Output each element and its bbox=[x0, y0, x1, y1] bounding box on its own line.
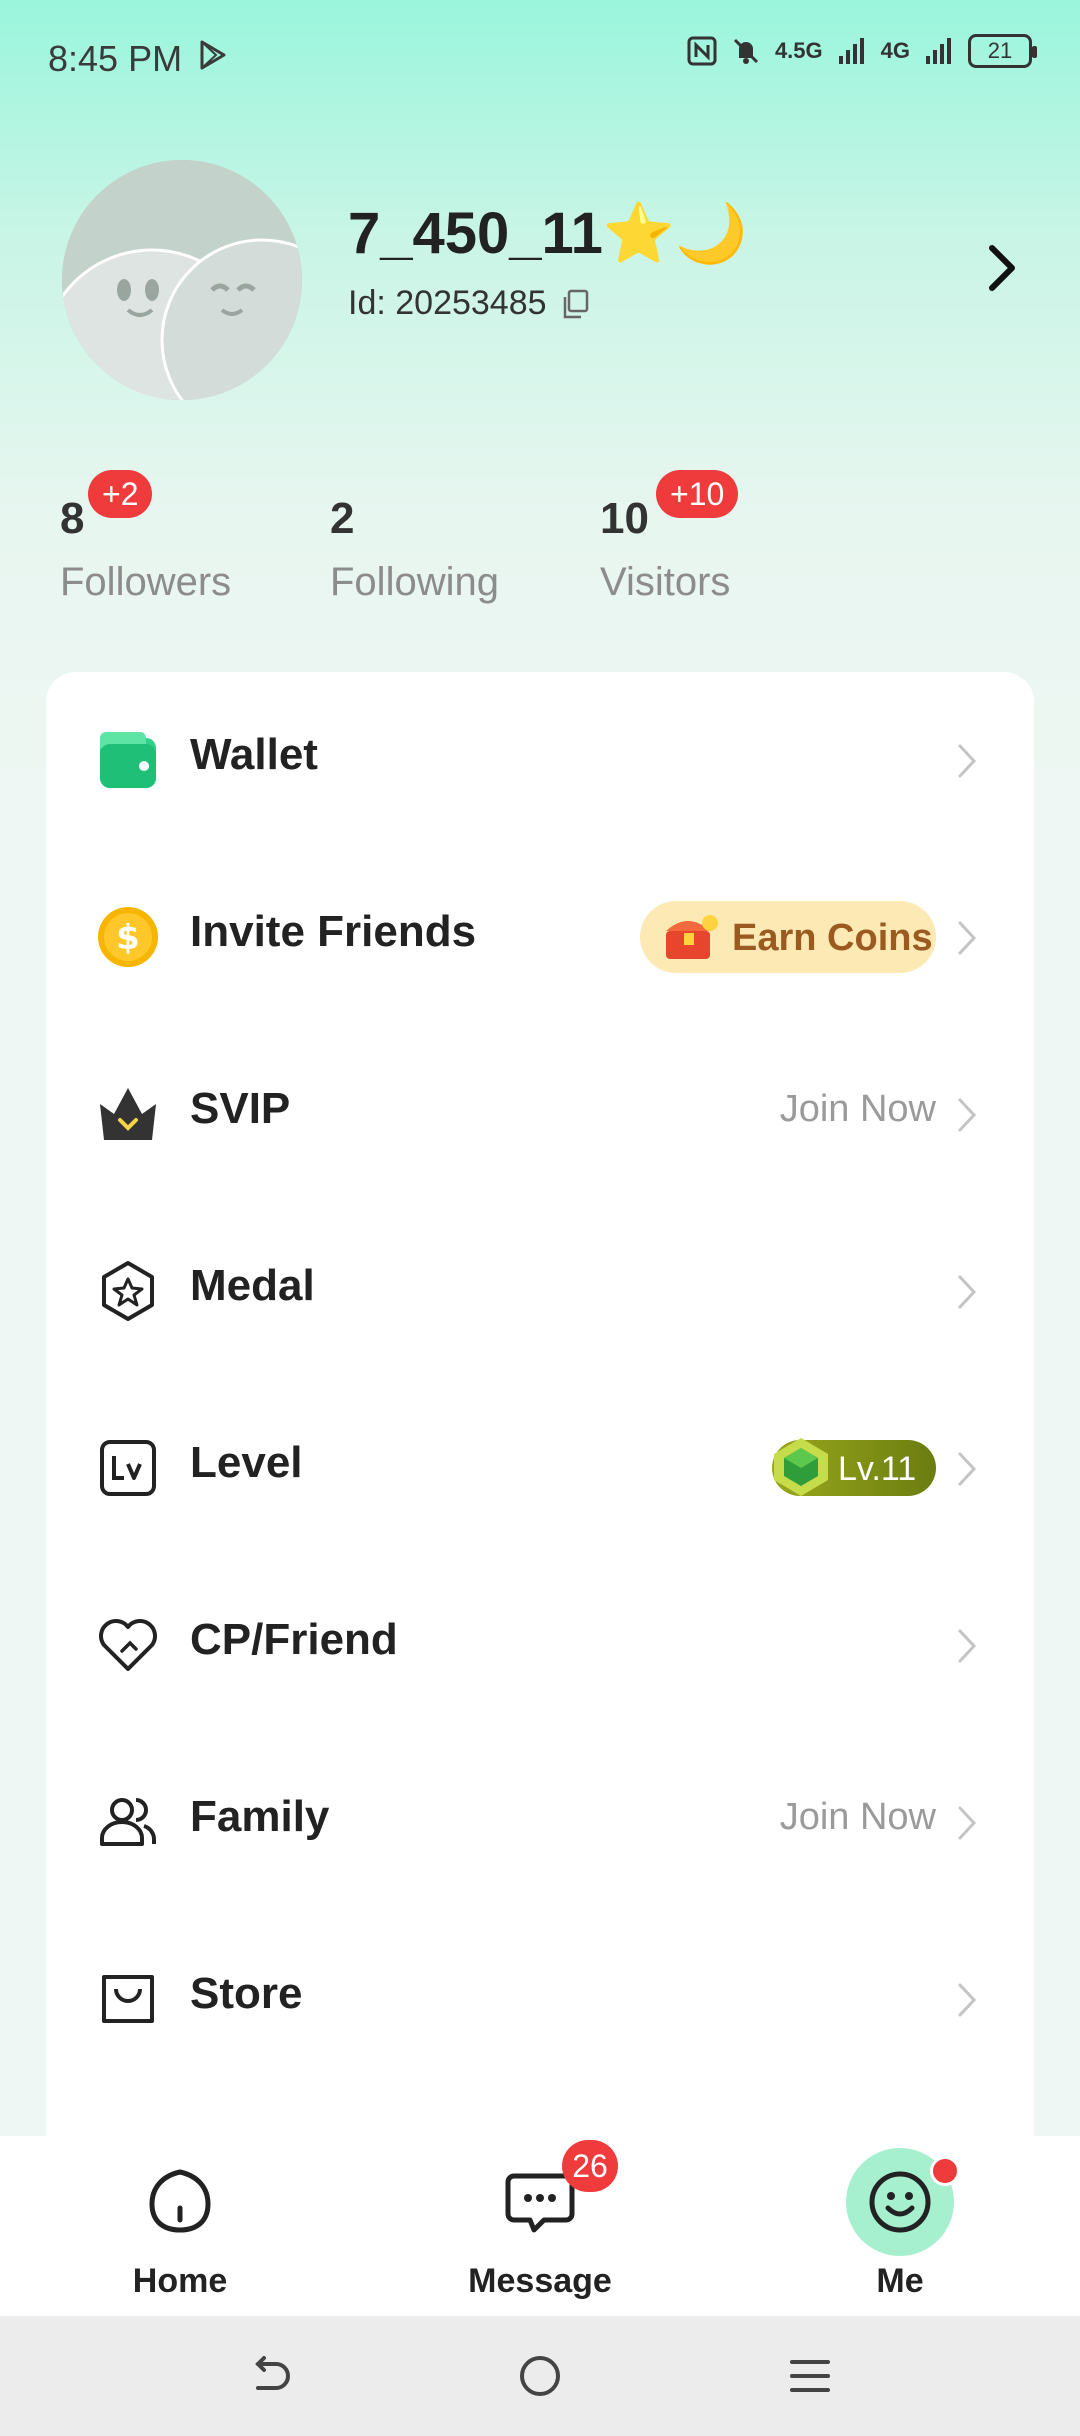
visitors-count: 10 bbox=[600, 494, 649, 543]
medal-label: Medal bbox=[190, 1261, 315, 1310]
me-notification-dot bbox=[930, 2156, 960, 2186]
username: 7_450_11⭐🌙 bbox=[348, 201, 748, 266]
family-icon bbox=[100, 1798, 156, 1846]
chevron-right-icon bbox=[958, 1098, 977, 1132]
bottom-nav: Home 26 Message Me bbox=[0, 2136, 1080, 2316]
chevron-right-icon bbox=[958, 1452, 977, 1486]
profile-stats: 8 +2 Followers 2 Following 10 +10 Visito… bbox=[60, 470, 960, 620]
level-icon bbox=[100, 1440, 156, 1496]
nav-home[interactable]: Home bbox=[60, 2136, 300, 2316]
menu-item-cp-friend[interactable]: CP/Friend bbox=[46, 1557, 1034, 1734]
nav-home-label: Home bbox=[132, 2262, 228, 2300]
chevron-right-icon bbox=[958, 1983, 977, 2017]
status-icons: 4.5G 4G 21 bbox=[687, 34, 1037, 68]
invite-friends-label: Invite Friends bbox=[190, 907, 477, 956]
mute-bell-icon bbox=[733, 38, 758, 64]
followers-count: 8 bbox=[60, 494, 85, 543]
battery-icon: 21 bbox=[968, 34, 1037, 68]
visitors-label: Visitors bbox=[600, 560, 731, 604]
user-id-row: Id: 20253485 bbox=[348, 284, 589, 323]
menu-item-store[interactable]: Store bbox=[46, 1911, 1034, 2088]
network-type-2: 4G bbox=[880, 38, 910, 63]
menu-icon[interactable] bbox=[784, 2350, 836, 2402]
menu-item-wallet[interactable]: Wallet bbox=[46, 672, 1034, 849]
profile-header[interactable]: 7_450_11⭐🌙 Id: 20253485 bbox=[62, 160, 1022, 410]
earn-coins-badge: Earn Coins bbox=[640, 901, 936, 973]
followers-badge: +2 bbox=[88, 470, 153, 518]
signal-icon bbox=[838, 38, 864, 64]
home-icon bbox=[149, 2169, 211, 2233]
status-bar: 8:45 PM 4.5G 4G 21 bbox=[0, 0, 1080, 116]
chevron-right-icon bbox=[958, 921, 977, 955]
level-label: Level bbox=[190, 1438, 303, 1487]
system-nav-bar bbox=[0, 2316, 1080, 2436]
nav-me[interactable]: Me bbox=[780, 2136, 1020, 2316]
avatar[interactable] bbox=[62, 160, 302, 400]
battery-level: 21 bbox=[987, 38, 1013, 63]
chevron-right-icon bbox=[958, 1275, 977, 1309]
chevron-right-icon bbox=[958, 1806, 977, 1840]
svip-join-now: Join Now bbox=[779, 1088, 936, 1130]
cp-friend-label: CP/Friend bbox=[190, 1615, 398, 1664]
nav-message-label: Message bbox=[468, 2262, 612, 2300]
menu-item-svip[interactable]: SVIP Join Now bbox=[46, 1026, 1034, 1203]
nav-me-label: Me bbox=[876, 2262, 924, 2300]
menu-item-invite-friends[interactable]: $ Invite Friends Earn Coins bbox=[46, 849, 1034, 1026]
store-label: Store bbox=[190, 1969, 303, 2018]
nav-message[interactable]: 26 Message bbox=[420, 2136, 660, 2316]
family-join-now: Join Now bbox=[779, 1796, 936, 1838]
stat-following[interactable]: 2 Following bbox=[330, 470, 530, 620]
user-id: Id: 20253485 bbox=[348, 284, 547, 322]
family-label: Family bbox=[190, 1792, 330, 1841]
level-badge: Lv.11 bbox=[772, 1438, 936, 1496]
treasure-chest-icon bbox=[666, 915, 718, 959]
followers-label: Followers bbox=[60, 560, 232, 604]
chevron-right-icon bbox=[958, 1629, 977, 1663]
menu-card: Wallet $ Invite Friends Earn Coins SVIP … bbox=[46, 672, 1034, 2152]
svip-label: SVIP bbox=[190, 1084, 291, 1133]
smiley-face-icon bbox=[869, 2171, 931, 2233]
message-badge: 26 bbox=[562, 2140, 618, 2192]
signal-icon-2 bbox=[926, 38, 951, 64]
copy-icon[interactable] bbox=[561, 289, 589, 319]
menu-item-family[interactable]: Family Join Now bbox=[46, 1734, 1034, 1911]
chevron-right-icon[interactable] bbox=[982, 240, 1022, 296]
network-type-1: 4.5G bbox=[774, 38, 823, 63]
svg-text:$: $ bbox=[116, 918, 140, 958]
earn-coins-label: Earn Coins bbox=[732, 917, 933, 959]
wallet-icon bbox=[100, 732, 156, 788]
play-store-icon bbox=[200, 40, 226, 70]
status-time: 8:45 PM bbox=[48, 38, 183, 79]
wallet-label: Wallet bbox=[190, 730, 318, 779]
home-circle-icon[interactable] bbox=[514, 2350, 566, 2402]
stat-followers[interactable]: 8 +2 Followers bbox=[60, 470, 260, 620]
following-count: 2 bbox=[330, 494, 355, 543]
medal-icon bbox=[102, 1261, 154, 1321]
crown-icon bbox=[100, 1088, 156, 1140]
coin-icon: $ bbox=[98, 907, 158, 967]
avatar-default-icon bbox=[62, 160, 302, 400]
visitors-badge: +10 bbox=[656, 470, 739, 518]
back-icon[interactable] bbox=[244, 2350, 296, 2402]
chevron-right-icon bbox=[958, 744, 977, 778]
menu-item-medal[interactable]: Medal bbox=[46, 1203, 1034, 1380]
nfc-icon bbox=[687, 36, 717, 66]
following-label: Following bbox=[330, 560, 499, 604]
store-bag-icon bbox=[102, 1975, 154, 2023]
menu-item-level[interactable]: Level Lv.11 bbox=[46, 1380, 1034, 1557]
gem-icon bbox=[774, 1438, 828, 1496]
level-value: Lv.11 bbox=[838, 1450, 917, 1488]
stat-visitors[interactable]: 10 +10 Visitors bbox=[600, 470, 800, 620]
heart-icon bbox=[99, 1619, 157, 1671]
